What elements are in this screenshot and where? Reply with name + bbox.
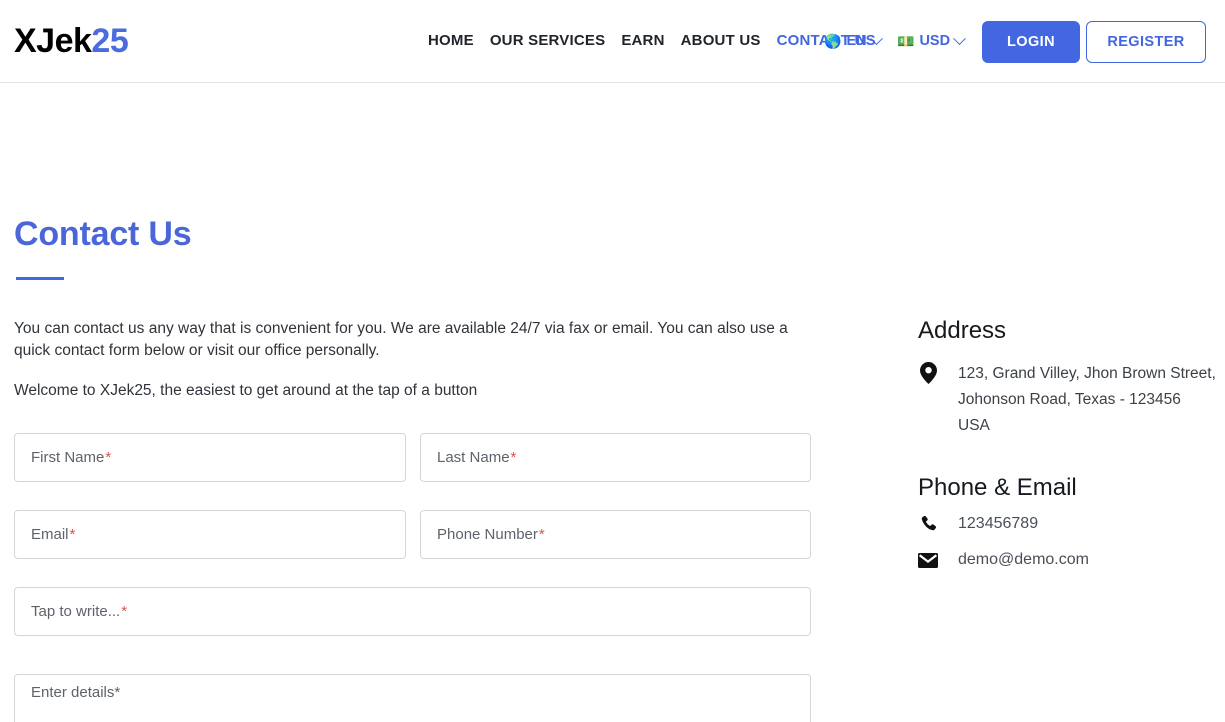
site-logo[interactable]: XJek25 <box>14 20 128 62</box>
phone-number-placeholder: Phone Number <box>437 526 538 543</box>
phone-icon <box>917 516 939 533</box>
required-asterisk: * <box>539 526 545 543</box>
last-name-input[interactable]: Last Name* <box>420 433 811 482</box>
last-name-placeholder: Last Name <box>437 449 510 466</box>
required-asterisk: * <box>121 603 127 620</box>
address-heading: Address <box>918 315 1006 347</box>
login-button[interactable]: LOGIN <box>982 21 1080 63</box>
email-address-text: demo@demo.com <box>958 549 1089 571</box>
phone-email-heading: Phone & Email <box>918 472 1077 504</box>
logo-primary-text: XJek <box>14 22 91 60</box>
intro-paragraph: You can contact us any way that is conve… <box>14 318 814 362</box>
language-value: EN <box>846 30 866 52</box>
email-block[interactable]: demo@demo.com <box>917 549 1217 571</box>
required-asterisk: * <box>114 684 120 701</box>
nav-item-our-services[interactable]: OUR SERVICES <box>482 29 614 53</box>
required-asterisk: * <box>70 526 76 543</box>
address-text: 123, Grand Villey, Jhon Brown Street, Jo… <box>958 361 1216 439</box>
first-name-placeholder: First Name <box>31 449 104 466</box>
phone-number-input[interactable]: Phone Number* <box>420 510 811 559</box>
address-line-2: Johonson Road, Texas - 123456 <box>958 391 1181 408</box>
required-asterisk: * <box>511 449 517 466</box>
nav-item-about-us[interactable]: ABOUT US <box>673 29 769 53</box>
currency-selector[interactable]: 💵 USD <box>897 30 964 52</box>
money-icon: 💵 <box>897 34 914 48</box>
globe-icon: 🌎 <box>824 34 841 48</box>
required-asterisk: * <box>105 449 111 466</box>
main-navigation: HOME OUR SERVICES EARN ABOUT US CONTACT … <box>420 29 884 53</box>
welcome-paragraph: Welcome to XJek25, the easiest to get ar… <box>14 380 814 402</box>
contact-page: Contact Us You can contact us any way th… <box>0 83 1225 722</box>
subject-placeholder: Tap to write... <box>31 603 120 620</box>
title-underline <box>16 277 64 280</box>
chevron-down-icon <box>870 32 883 45</box>
details-placeholder: Enter details <box>31 684 114 701</box>
details-textarea[interactable]: Enter details* <box>14 674 811 722</box>
first-name-input[interactable]: First Name* <box>14 433 406 482</box>
address-line-1: 123, Grand Villey, Jhon Brown Street, <box>958 365 1216 382</box>
phone-block[interactable]: 123456789 <box>917 513 1217 535</box>
chevron-down-icon <box>953 32 966 45</box>
email-placeholder: Email <box>31 526 69 543</box>
language-selector[interactable]: 🌎 EN <box>824 30 881 52</box>
phone-number-text: 123456789 <box>958 513 1038 535</box>
logo-accent-text: 25 <box>91 22 128 60</box>
site-header: XJek25 HOME OUR SERVICES EARN ABOUT US C… <box>0 0 1225 83</box>
nav-item-home[interactable]: HOME <box>420 29 482 53</box>
map-pin-icon <box>917 361 939 384</box>
envelope-icon <box>917 553 939 568</box>
address-line-3: USA <box>958 417 990 434</box>
page-title: Contact Us <box>14 212 191 256</box>
nav-item-earn[interactable]: EARN <box>613 29 672 53</box>
register-button[interactable]: REGISTER <box>1086 21 1206 63</box>
address-block: 123, Grand Villey, Jhon Brown Street, Jo… <box>917 361 1217 439</box>
subject-input[interactable]: Tap to write...* <box>14 587 811 636</box>
currency-value: USD <box>919 30 950 52</box>
email-input[interactable]: Email* <box>14 510 406 559</box>
